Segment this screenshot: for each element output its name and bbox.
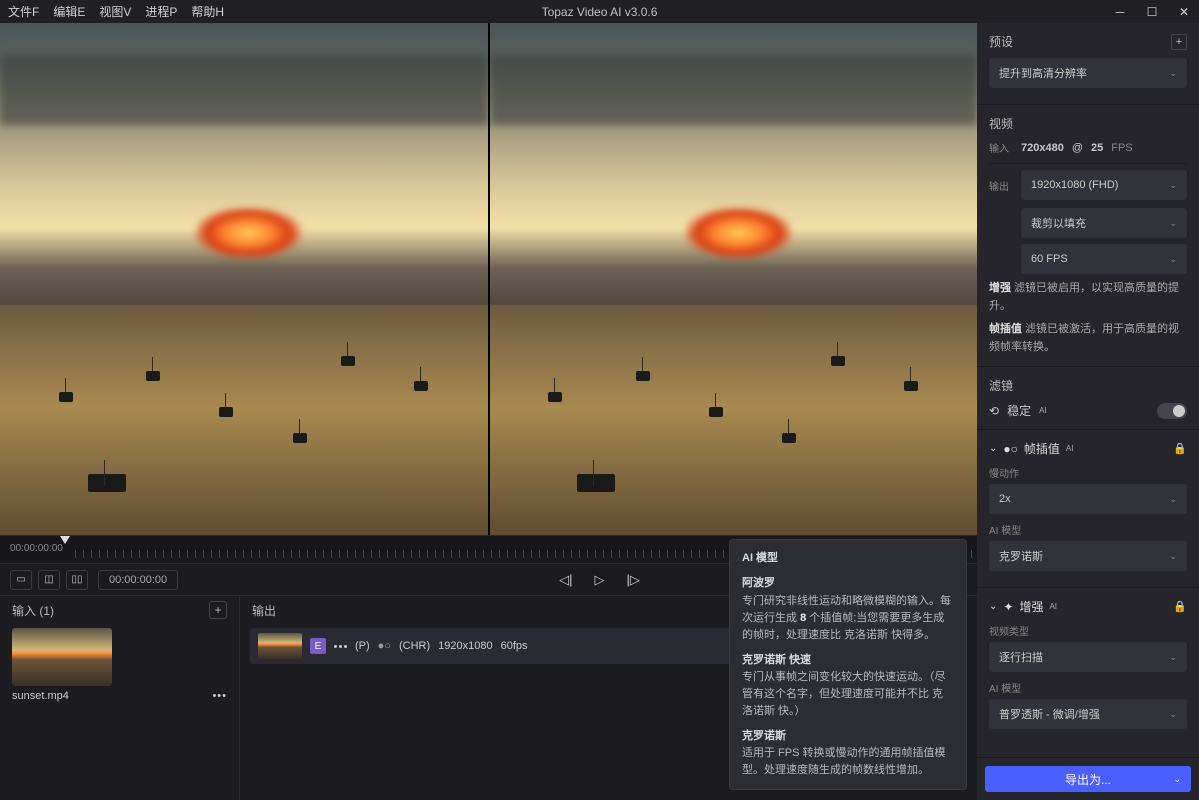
output-fps: 60fps [501, 640, 528, 652]
maximize-icon[interactable]: ☐ [1145, 5, 1159, 19]
chevron-down-icon: ⌄ [1169, 494, 1177, 505]
preview-area [0, 23, 977, 535]
enhance-info: 增强 滤镜已被启用，以实现高质量的提升。 [989, 280, 1187, 315]
input-thumbnail [12, 628, 112, 686]
app-title: Topaz Video AI v3.0.6 [542, 5, 658, 19]
chevron-down-icon: ⌄ [1169, 218, 1177, 229]
menu-process[interactable]: 进程P [145, 3, 177, 20]
minimize-icon[interactable]: ─ [1113, 5, 1127, 19]
lock-icon: 🔒 [1173, 442, 1187, 455]
enhance-model-dropdown[interactable]: 普罗透斯 - 微调/增强⌄ [989, 699, 1187, 729]
next-frame-icon[interactable]: |▷ [627, 572, 640, 588]
lock-icon: 🔒 [1173, 600, 1187, 613]
video-type-label: 视频类型 [989, 623, 1187, 638]
output-res-dropdown[interactable]: 1920x1080 (FHD)⌄ [1021, 170, 1187, 200]
input-fps: 25 [1091, 142, 1103, 154]
output-resolution: 1920x1080 [438, 640, 492, 652]
interp-section-header[interactable]: ⌄ ●○ 帧插值AI 🔒 [989, 440, 1187, 457]
output-panel: 输出 E (P) ●○ (CHR) 1920x1080 60fps AI 模型 … [240, 596, 977, 800]
chevron-down-icon: ⌄ [1169, 68, 1177, 79]
filters-title: 滤镜 [989, 377, 1013, 394]
output-p: (P) [355, 640, 370, 652]
interp-dots-icon: ●○ [1003, 442, 1018, 456]
interp-info: 帧插值 滤镜已被激活，用于高质量的视频帧率转换。 [989, 321, 1187, 356]
output-panel-title: 输出 [252, 602, 276, 619]
chevron-down-icon: ⌄ [1169, 551, 1177, 562]
stabilize-label: 稳定 [1007, 402, 1031, 419]
ai-model-tooltip: AI 模型 阿波罗 专门研究非线性运动和略微模糊的输入。每次运行生成 8 个插值… [729, 539, 967, 790]
menu-help[interactable]: 帮助H [191, 3, 224, 20]
crop-dropdown[interactable]: 裁剪以填充⌄ [1021, 208, 1187, 238]
sparkle-icon: ✦ [1003, 600, 1013, 614]
fps-dropdown[interactable]: 60 FPS⌄ [1021, 244, 1187, 274]
chevron-down-icon: ⌄ [989, 443, 997, 454]
sidebar: 预设 + 提升到高清分辨率⌄ 视频 输入 720x480 @ 25 FPS 输出… [977, 23, 1199, 800]
timecode-display[interactable]: 00:00:00:00 [98, 570, 178, 590]
view-split-icon[interactable]: ◫ [38, 570, 60, 590]
chevron-down-icon: ⌄ [1173, 774, 1181, 785]
playhead-icon[interactable] [60, 536, 70, 544]
title-bar: 文件F 编辑E 视图V 进程P 帮助H Topaz Video AI v3.0.… [0, 0, 1199, 23]
view-single-icon[interactable]: ▭ [10, 570, 32, 590]
prev-frame-icon[interactable]: ◁| [559, 572, 572, 588]
menu-edit[interactable]: 编辑E [53, 3, 85, 20]
interp-model-dropdown[interactable]: 克罗诺斯⌄ [989, 541, 1187, 571]
tooltip-header: AI 模型 [742, 550, 954, 567]
chevron-down-icon: ⌄ [1169, 652, 1177, 663]
slowmo-dropdown[interactable]: 2x⌄ [989, 484, 1187, 514]
enhance-section-header[interactable]: ⌄ ✦ 增强AI 🔒 [989, 598, 1187, 615]
output-thumbnail [258, 633, 302, 659]
tooltip-model-chronos-fast: 克罗诺斯 快速 [742, 652, 954, 669]
view-side-icon[interactable]: ▯▯ [66, 570, 88, 590]
slowmo-label: 慢动作 [989, 465, 1187, 480]
add-input-button[interactable]: + [209, 601, 227, 619]
preview-enhanced [490, 23, 978, 535]
output-label: 输出 [989, 178, 1013, 193]
output-chr: (CHR) [399, 640, 430, 652]
interp-model-label: AI 模型 [989, 522, 1187, 537]
preset-title: 预设 [989, 33, 1013, 50]
chevron-down-icon: ⌄ [989, 601, 997, 612]
chevron-down-icon: ⌄ [1169, 709, 1177, 720]
video-title: 视频 [989, 115, 1013, 132]
play-icon[interactable]: ▷ [595, 572, 605, 588]
stabilize-toggle[interactable] [1157, 403, 1187, 419]
main-menu: 文件F 编辑E 视图V 进程P 帮助H [8, 3, 224, 20]
enhance-model-label: AI 模型 [989, 680, 1187, 695]
input-resolution: 720x480 [1021, 142, 1064, 154]
close-icon[interactable]: ✕ [1177, 5, 1191, 19]
timeline-start-label: 00:00:00:00 [10, 543, 63, 554]
chevron-down-icon: ⌄ [1169, 180, 1177, 191]
input-more-icon[interactable]: ••• [212, 690, 227, 702]
preset-dropdown[interactable]: 提升到高清分辨率⌄ [989, 58, 1187, 88]
export-button[interactable]: 导出为...⌄ [985, 766, 1191, 792]
input-panel: 输入 (1) + sunset.mp4 ••• [0, 596, 240, 800]
menu-view[interactable]: 视图V [99, 3, 131, 20]
chevron-down-icon: ⌄ [1169, 254, 1177, 265]
video-type-dropdown[interactable]: 逐行扫描⌄ [989, 642, 1187, 672]
enhance-badge: E [310, 638, 326, 654]
interp-badge-icon [334, 645, 347, 648]
stabilize-icon: ⟲ [989, 404, 999, 418]
tooltip-model-apollo: 阿波罗 [742, 575, 954, 592]
preview-original [0, 23, 488, 535]
input-filename: sunset.mp4 [12, 690, 69, 702]
tooltip-model-chronos: 克罗诺斯 [742, 728, 954, 745]
input-label: 输入 [989, 140, 1013, 155]
add-preset-button[interactable]: + [1171, 34, 1187, 50]
menu-file[interactable]: 文件F [8, 3, 39, 20]
input-panel-title: 输入 (1) [12, 602, 54, 619]
input-clip[interactable]: sunset.mp4 ••• [12, 628, 227, 702]
